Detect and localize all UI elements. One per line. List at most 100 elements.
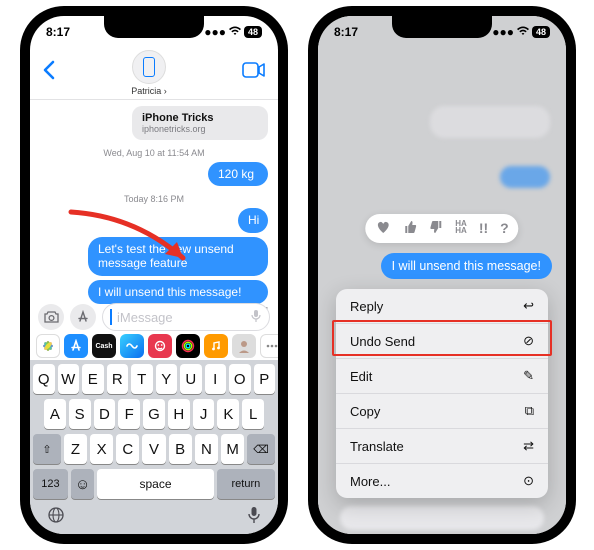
keyboard[interactable]: Q W E R T Y U I O P A S D F G H xyxy=(30,360,278,534)
key-j[interactable]: J xyxy=(193,399,215,429)
blurred-background: 8:17 ●●● 48 xyxy=(318,16,566,534)
signal-icon: ●●● xyxy=(204,25,226,39)
key-a[interactable]: A xyxy=(44,399,66,429)
keyboard-row-1: Q W E R T Y U I O P xyxy=(33,364,275,394)
key-i[interactable]: I xyxy=(205,364,227,394)
menu-more[interactable]: More... ⊙ xyxy=(336,464,548,498)
translate-icon: ⇄ xyxy=(523,438,534,454)
link-preview[interactable]: iPhone Tricks iphonetricks.org xyxy=(132,106,268,140)
input-bar: iMessage xyxy=(30,298,278,336)
status-time: 8:17 xyxy=(334,25,358,39)
contact-name: Patricia xyxy=(131,86,161,96)
menu-copy[interactable]: Copy ⧉ xyxy=(336,394,548,429)
tapback-thumbs-up[interactable] xyxy=(403,220,417,237)
key-v[interactable]: V xyxy=(142,434,165,464)
key-g[interactable]: G xyxy=(143,399,165,429)
menu-copy-label: Copy xyxy=(350,404,380,419)
dictate-button[interactable] xyxy=(247,506,261,529)
key-c[interactable]: C xyxy=(116,434,139,464)
dictate-icon[interactable] xyxy=(251,309,261,326)
camera-button[interactable] xyxy=(38,304,64,330)
key-d[interactable]: D xyxy=(94,399,116,429)
key-l[interactable]: L xyxy=(242,399,264,429)
link-subtitle: iphonetricks.org xyxy=(142,124,258,134)
screen-right: 8:17 ●●● 48 xyxy=(318,16,566,534)
music-app-icon[interactable] xyxy=(204,334,228,358)
menu-translate[interactable]: Translate ⇄ xyxy=(336,429,548,464)
input-placeholder: iMessage xyxy=(117,310,173,325)
conversation-header: Patricia › xyxy=(30,46,278,100)
globe-button[interactable] xyxy=(47,506,65,529)
key-h[interactable]: H xyxy=(168,399,190,429)
key-z[interactable]: Z xyxy=(64,434,87,464)
keyboard-row-3: ⇧ Z X C V B N M ⌫ xyxy=(33,434,275,464)
phone-left: 8:17 ●●● 48 Patricia › xyxy=(20,6,288,544)
key-e[interactable]: E xyxy=(82,364,104,394)
facetime-button[interactable] xyxy=(242,62,266,83)
wifi-icon xyxy=(516,25,530,39)
key-p[interactable]: P xyxy=(254,364,276,394)
battery-level: 48 xyxy=(244,26,262,38)
photos-app-icon[interactable] xyxy=(36,334,60,358)
audio-app-icon[interactable] xyxy=(120,334,144,358)
battery-level: 48 xyxy=(532,26,550,38)
contact-button[interactable]: Patricia › xyxy=(131,50,167,96)
key-y[interactable]: Y xyxy=(156,364,178,394)
tapback-bar: HAHA !! ? xyxy=(365,214,518,243)
key-q[interactable]: Q xyxy=(33,364,55,394)
key-w[interactable]: W xyxy=(58,364,80,394)
signal-icon: ●●● xyxy=(492,25,514,39)
message-bubble[interactable]: Hi xyxy=(238,208,268,232)
key-o[interactable]: O xyxy=(229,364,251,394)
key-f[interactable]: F xyxy=(118,399,140,429)
key-r[interactable]: R xyxy=(107,364,129,394)
memoji-avatar-icon[interactable] xyxy=(232,334,256,358)
keyboard-row-4: 123 ☺ space return xyxy=(33,469,275,499)
back-button[interactable] xyxy=(42,60,56,86)
copy-icon: ⧉ xyxy=(525,403,534,419)
key-shift[interactable]: ⇧ xyxy=(33,434,61,464)
tapback-heart[interactable] xyxy=(375,220,391,237)
key-n[interactable]: N xyxy=(195,434,218,464)
key-space[interactable]: space xyxy=(97,469,214,499)
key-return[interactable]: return xyxy=(217,469,275,499)
edit-icon: ✎ xyxy=(523,368,534,384)
key-k[interactable]: K xyxy=(217,399,239,429)
message-bubble[interactable]: Let's test the new unsend message featur… xyxy=(88,237,268,276)
tapback-exclaim[interactable]: !! xyxy=(479,220,488,237)
key-123[interactable]: 123 xyxy=(33,469,68,499)
appstore-app-icon[interactable] xyxy=(64,334,88,358)
key-m[interactable]: M xyxy=(221,434,244,464)
tapback-thumbs-down[interactable] xyxy=(429,220,443,237)
app-store-button[interactable] xyxy=(70,304,96,330)
key-b[interactable]: B xyxy=(169,434,192,464)
menu-more-label: More... xyxy=(350,474,390,489)
key-t[interactable]: T xyxy=(131,364,153,394)
key-u[interactable]: U xyxy=(180,364,202,394)
tapback-haha[interactable]: HAHA xyxy=(455,220,467,237)
tapback-question[interactable]: ? xyxy=(500,220,509,237)
menu-reply-label: Reply xyxy=(350,299,383,314)
fitness-app-icon[interactable] xyxy=(176,334,200,358)
more-apps-icon[interactable] xyxy=(260,334,278,358)
conversation-thread[interactable]: iPhone Tricks iphonetricks.org Wed, Aug … xyxy=(30,100,278,306)
reply-icon: ↩ xyxy=(523,298,534,314)
status-time: 8:17 xyxy=(46,25,70,39)
keyboard-row-2: A S D F G H J K L xyxy=(33,399,275,429)
selected-message[interactable]: I will unsend this message! xyxy=(381,253,552,279)
message-input[interactable]: iMessage xyxy=(102,303,270,331)
key-x[interactable]: X xyxy=(90,434,113,464)
message-bubble[interactable]: 120 kg xyxy=(208,162,268,186)
menu-edit[interactable]: Edit ✎ xyxy=(336,359,548,394)
key-emoji[interactable]: ☺ xyxy=(71,469,94,499)
key-s[interactable]: S xyxy=(69,399,91,429)
wifi-icon xyxy=(228,25,242,39)
apple-cash-icon[interactable]: Cash xyxy=(92,334,116,358)
app-strip[interactable]: Cash xyxy=(30,332,278,360)
screen-left: 8:17 ●●● 48 Patricia › xyxy=(30,16,278,534)
avatar xyxy=(132,50,166,84)
memoji-app-icon[interactable] xyxy=(148,334,172,358)
menu-reply[interactable]: Reply ↩ xyxy=(336,289,548,324)
link-title: iPhone Tricks xyxy=(142,112,258,124)
key-delete[interactable]: ⌫ xyxy=(247,434,275,464)
